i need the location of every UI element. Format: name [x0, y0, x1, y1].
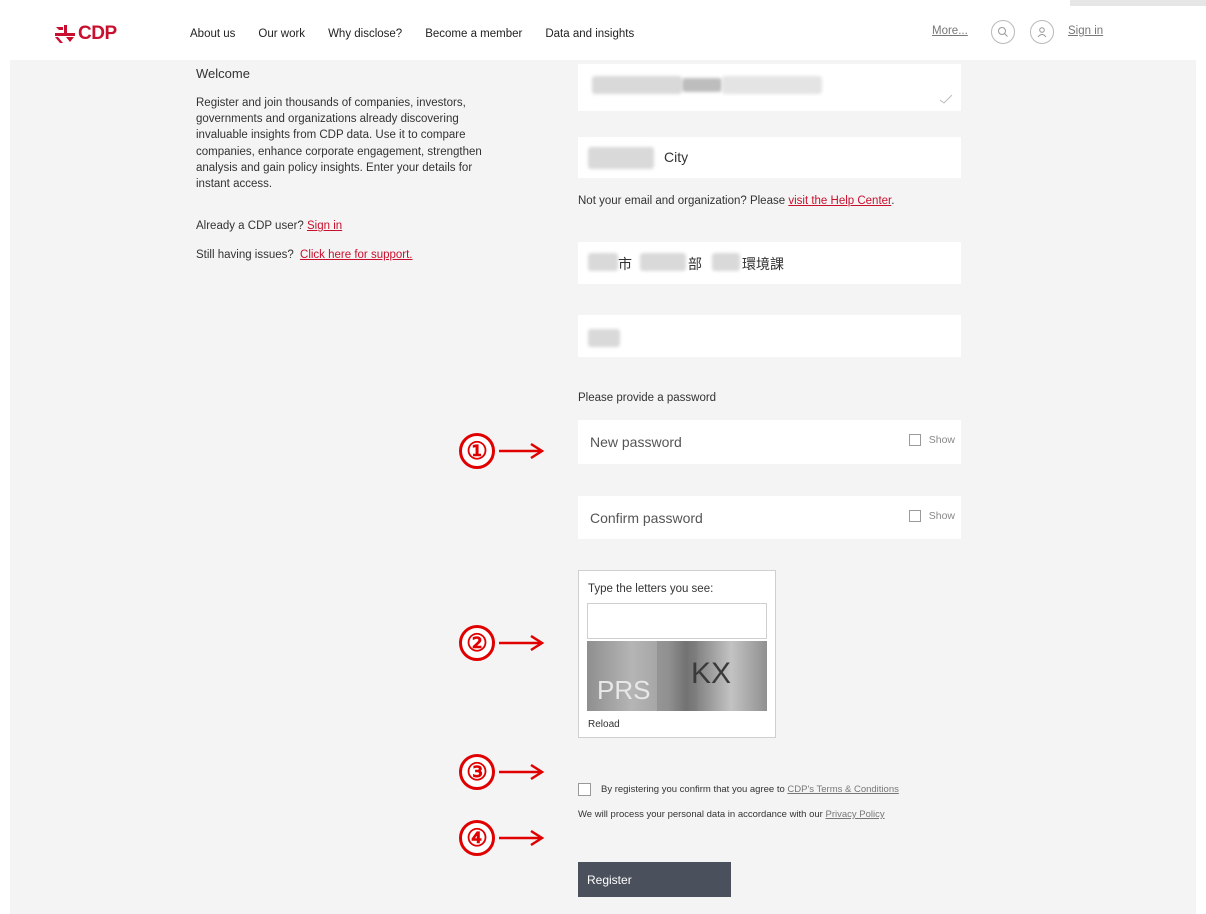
new-password-input[interactable]: New password Show: [578, 420, 961, 464]
show-confirm-password-toggle[interactable]: Show: [908, 510, 955, 522]
nav-why-disclose[interactable]: Why disclose?: [328, 28, 402, 40]
arrow-right-icon: [499, 763, 545, 781]
confirm-password-placeholder: Confirm password: [590, 510, 703, 526]
captcha-letters-2: KX: [691, 657, 731, 690]
nav-our-work[interactable]: Our work: [258, 28, 305, 40]
blurred-text: [640, 253, 686, 271]
top-navigation-bar: CDP About us Our work Why disclose? Beco…: [0, 0, 1206, 66]
sign-in-link[interactable]: Sign in: [1068, 25, 1103, 37]
city-value: City: [664, 149, 689, 165]
annotation-2: ②: [459, 625, 545, 661]
annotation-number: ③: [459, 754, 495, 790]
blurred-text: [592, 76, 682, 94]
support-text: Still having issues?: [196, 249, 294, 262]
more-link[interactable]: More...: [932, 25, 968, 37]
privacy-line: We will process your personal data in ac…: [578, 809, 885, 820]
captcha-input[interactable]: [587, 603, 767, 639]
search-icon: [998, 27, 1008, 37]
annotation-number: ①: [459, 433, 495, 469]
privacy-prefix: We will process your personal data in ac…: [578, 809, 823, 820]
already-user-line: Already a CDP user? Sign in: [196, 220, 496, 232]
nav-become-member[interactable]: Become a member: [425, 28, 522, 40]
main-nav: About us Our work Why disclose? Become a…: [190, 28, 657, 40]
captcha-graphic: PRS KX: [597, 641, 731, 711]
welcome-heading: Welcome: [196, 66, 250, 81]
captcha-box: Type the letters you see: PRS KX Reload: [578, 570, 776, 738]
terms-checkbox[interactable]: [578, 783, 591, 796]
logo-text: CDP: [78, 23, 117, 44]
support-line: Still having issues? Click here for supp…: [196, 249, 496, 261]
help-text: Not your email and organization? Please: [578, 195, 786, 207]
show-new-password-toggle[interactable]: Show: [908, 434, 955, 446]
annotation-number: ②: [459, 625, 495, 661]
blurred-text: [588, 253, 618, 271]
annotation-number: ④: [459, 820, 495, 856]
new-password-placeholder: New password: [590, 434, 682, 450]
arrow-right-icon: [499, 442, 545, 460]
blurred-text: [588, 147, 654, 169]
organization-field[interactable]: 市 部 環境課: [578, 242, 961, 284]
org-text-3: 環境課: [742, 256, 784, 272]
show-label: Show: [928, 510, 955, 522]
terms-row: By registering you confirm that you agre…: [578, 783, 899, 796]
search-button[interactable]: [991, 20, 1015, 44]
captcha-label: Type the letters you see:: [588, 583, 714, 595]
blurred-text: [588, 329, 620, 347]
welcome-panel: Welcome Register and join thousands of c…: [196, 66, 496, 261]
privacy-policy-link[interactable]: Privacy Policy: [825, 809, 884, 820]
user-button[interactable]: [1030, 20, 1054, 44]
help-center-link[interactable]: visit the Help Center: [788, 195, 891, 207]
blurred-text: [722, 76, 822, 94]
email-field[interactable]: [578, 64, 961, 111]
blurred-text: [712, 253, 740, 271]
captcha-image: PRS KX: [587, 641, 767, 711]
register-button[interactable]: Register: [578, 862, 731, 897]
show-label: Show: [928, 434, 955, 446]
checkmark-icon: [939, 94, 953, 104]
captcha-reload-link[interactable]: Reload: [588, 719, 620, 730]
already-user-text: Already a CDP user?: [196, 220, 304, 233]
annotation-1: ①: [459, 433, 545, 469]
user-icon: [1037, 27, 1047, 38]
name-field[interactable]: [578, 315, 961, 357]
terms-link[interactable]: CDP's Terms & Conditions: [787, 784, 898, 795]
intro-text: Register and join thousands of companies…: [196, 97, 482, 191]
org-text-1: 市: [618, 256, 632, 272]
terms-prefix: By registering you confirm that you agre…: [601, 784, 785, 795]
city-field[interactable]: City: [578, 137, 961, 178]
cdp-logo[interactable]: CDP: [54, 22, 117, 46]
password-heading: Please provide a password: [578, 392, 717, 404]
blurred-text: [682, 78, 722, 92]
arrow-right-icon: [499, 634, 545, 652]
annotation-4: ④: [459, 820, 545, 856]
left-sign-in-link[interactable]: Sign in: [307, 220, 342, 232]
cdp-logo-mark-icon: [55, 25, 75, 43]
org-text-2: 部: [688, 256, 702, 272]
annotation-3: ③: [459, 754, 545, 790]
top-strip: [1070, 0, 1206, 6]
support-link[interactable]: Click here for support.: [300, 249, 413, 261]
arrow-right-icon: [499, 829, 545, 847]
confirm-password-input[interactable]: Confirm password Show: [578, 496, 961, 539]
help-line: Not your email and organization? Please …: [578, 195, 894, 207]
nav-data-insights[interactable]: Data and insights: [545, 28, 634, 40]
nav-about-us[interactable]: About us: [190, 28, 235, 40]
show-checkbox[interactable]: [908, 510, 921, 522]
terms-text: By registering you confirm that you agre…: [601, 784, 899, 795]
captcha-letters-1: PRS: [597, 675, 650, 705]
show-checkbox[interactable]: [908, 434, 921, 446]
help-period: .: [891, 195, 895, 207]
